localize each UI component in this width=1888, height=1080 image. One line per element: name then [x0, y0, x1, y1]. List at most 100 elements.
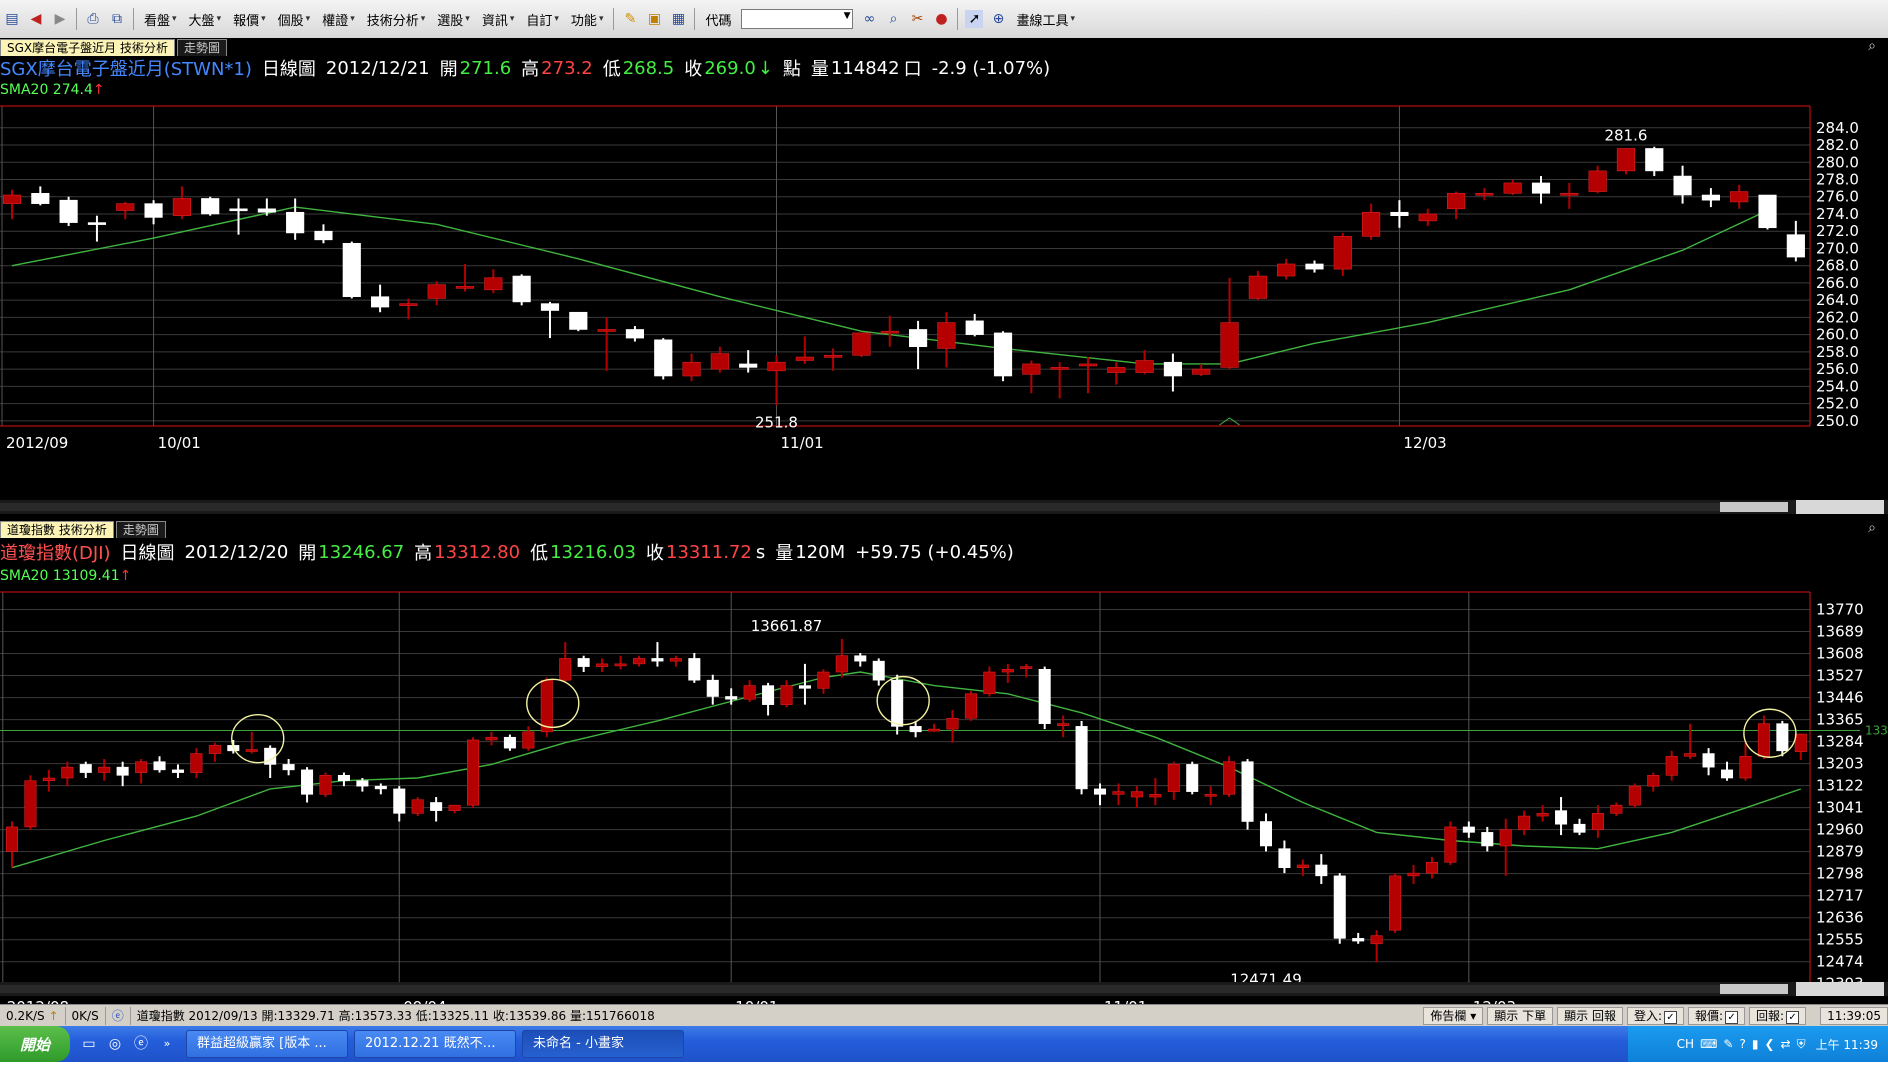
y-tick-label: 258.0 [1816, 343, 1859, 361]
zoom-icon[interactable]: ⌕ [1864, 38, 1880, 54]
desktop-icon[interactable]: ▭ [78, 1033, 100, 1055]
tab-dji-trend[interactable]: 走勢圖 [115, 520, 166, 538]
high-label: 高 [414, 543, 433, 564]
start-label: 開始 [19, 1035, 50, 1054]
menu-5[interactable]: 技術分析 ▾ [361, 8, 432, 30]
chart-scrollbar[interactable] [0, 982, 1888, 996]
tab-dji-technical[interactable]: 道瓊指數 技術分析 [0, 520, 114, 538]
y-tick-label: 13608 [1816, 645, 1864, 663]
scrollbar-thumb[interactable] [1720, 502, 1788, 512]
magnifier-icon[interactable]: ⊕ [989, 10, 1007, 28]
y-tick-label: 270.0 [1816, 239, 1859, 257]
candle [577, 655, 590, 673]
candle [1758, 194, 1777, 230]
candle [1730, 184, 1749, 209]
candle-body [87, 222, 107, 225]
menu-label: 選股 [437, 13, 464, 29]
candle [2, 189, 22, 220]
cursor-icon[interactable]: ➚ [965, 10, 984, 28]
return-checkbox[interactable]: ✓ [1786, 1011, 1800, 1024]
show-report-button[interactable]: 顯示 回報 [1557, 1007, 1623, 1025]
scrollbar-track[interactable] [0, 985, 1720, 993]
show-order-button[interactable]: 顯示 下單 [1487, 1007, 1554, 1025]
candle-body [1531, 182, 1551, 194]
volume-label: 量 [775, 543, 794, 564]
candle-body [1259, 821, 1273, 847]
palette-icon[interactable]: ● [932, 10, 950, 28]
login-checkbox[interactable]: ✓ [1664, 1011, 1677, 1024]
candle [1628, 783, 1641, 808]
network-icon[interactable]: ⇄ [1781, 1037, 1791, 1051]
menu-2[interactable]: 報價 ▾ [227, 8, 272, 30]
browser-icon[interactable]: ⓔ [106, 1007, 131, 1025]
candlestick-chart-dji[interactable]: 13770 13689 13608 13527 13446 13365 13284 13203… [0, 564, 1888, 1016]
open-label: 開 [439, 59, 458, 80]
ie-icon[interactable]: ⓔ [130, 1033, 152, 1055]
scrollbar-track[interactable] [0, 503, 1720, 511]
zoom-icon[interactable]: ⌕ [1864, 520, 1880, 536]
start-button[interactable]: 開始 [0, 1026, 70, 1062]
chevron-right-icon[interactable]: » [156, 1033, 178, 1055]
chrome-icon[interactable]: ◎ [104, 1033, 126, 1055]
open-value: 13246.67 [318, 541, 405, 563]
popout-icon[interactable]: ⧉ [108, 10, 126, 28]
calendar-icon[interactable]: ▦ [669, 10, 687, 28]
y-tick-label: 260.0 [1816, 326, 1859, 344]
pencil-icon[interactable]: ✎ [621, 10, 639, 28]
language-indicator[interactable]: CH [1677, 1037, 1694, 1051]
menu-8[interactable]: 自訂 ▾ [520, 8, 565, 30]
keyboard-icon[interactable]: ⌨ [1700, 1037, 1717, 1051]
chevron-down-icon[interactable]: ▼ [844, 11, 851, 21]
help-icon[interactable]: ? [1739, 1037, 1745, 1051]
app-menu-icon[interactable]: ▤ [3, 10, 21, 28]
menu-label: 報價 [233, 13, 260, 29]
menu-4[interactable]: 權證 ▾ [316, 8, 361, 30]
candlestick-chart-stwn[interactable]: 284.0282.0280.0278.0276.0274.0272.0270.0… [0, 80, 1888, 498]
task-browser[interactable]: 2012.12.21 既然不能... [354, 1030, 516, 1058]
bulletin-button[interactable]: 佈告欄 ▾ [1423, 1007, 1484, 1025]
chevron-left-icon[interactable]: ❮ [1764, 1037, 1774, 1051]
print-icon[interactable]: ⎙ [84, 10, 102, 28]
menu-label: 權證 [322, 13, 349, 29]
x-tick-label: 12/03 [1403, 434, 1446, 452]
candle-body [503, 736, 516, 749]
scrollbar-controls[interactable] [1796, 500, 1884, 514]
menu-1[interactable]: 大盤 ▾ [183, 8, 228, 30]
pen-icon[interactable]: ✎ [1723, 1037, 1733, 1051]
menu-0[interactable]: 看盤 ▾ [138, 8, 183, 30]
quote-checkbox[interactable]: ✓ [1725, 1011, 1739, 1024]
code-input[interactable]: ▼ [741, 9, 854, 29]
link-icon[interactable]: ∞ [860, 10, 878, 28]
candle [1075, 720, 1088, 795]
scrollbar-thumb[interactable] [1720, 984, 1788, 994]
candle [767, 355, 786, 406]
up-arrow-icon: ↑ [48, 1009, 59, 1023]
menu-6[interactable]: 選股 ▾ [431, 8, 476, 30]
task-trading-app[interactable]: 群益超級贏家 [版本 ... [186, 1030, 348, 1058]
menu-3[interactable]: 個股 ▾ [272, 8, 317, 30]
task-paint[interactable]: 未命名 - 小畫家 [522, 1030, 684, 1058]
shield-icon[interactable]: ⛨ [1797, 1037, 1806, 1052]
scrollbar-controls[interactable] [1796, 982, 1884, 996]
folder-icon[interactable]: ▣ [645, 10, 663, 28]
candle-body [577, 658, 590, 667]
battery-icon[interactable]: ▮ [1752, 1037, 1759, 1051]
chart-scrollbar[interactable] [0, 500, 1888, 514]
candle [1616, 148, 1636, 175]
drawing-tool-menu[interactable]: 畫線工具 ▾ [1010, 8, 1081, 30]
search-icon[interactable]: ⌕ [884, 10, 902, 28]
back-arrow-icon[interactable]: ◀ [27, 10, 45, 28]
tab-stwn-technical[interactable]: SGX摩台電子盤近月 技術分析 [0, 38, 175, 56]
candle-body [201, 198, 220, 215]
tools-icon[interactable]: ✂ [908, 10, 926, 28]
tab-stwn-trend[interactable]: 走勢圖 [176, 38, 227, 56]
candle-body [172, 198, 191, 217]
menu-9[interactable]: 功能 ▾ [565, 8, 610, 30]
menu-7[interactable]: 資訊 ▾ [476, 8, 521, 30]
candle-body [1647, 774, 1660, 787]
candle [319, 772, 332, 798]
forward-arrow-icon[interactable]: ▶ [51, 10, 69, 28]
candle-body [356, 780, 369, 787]
candle [1022, 360, 1041, 394]
candle [1446, 191, 1466, 220]
